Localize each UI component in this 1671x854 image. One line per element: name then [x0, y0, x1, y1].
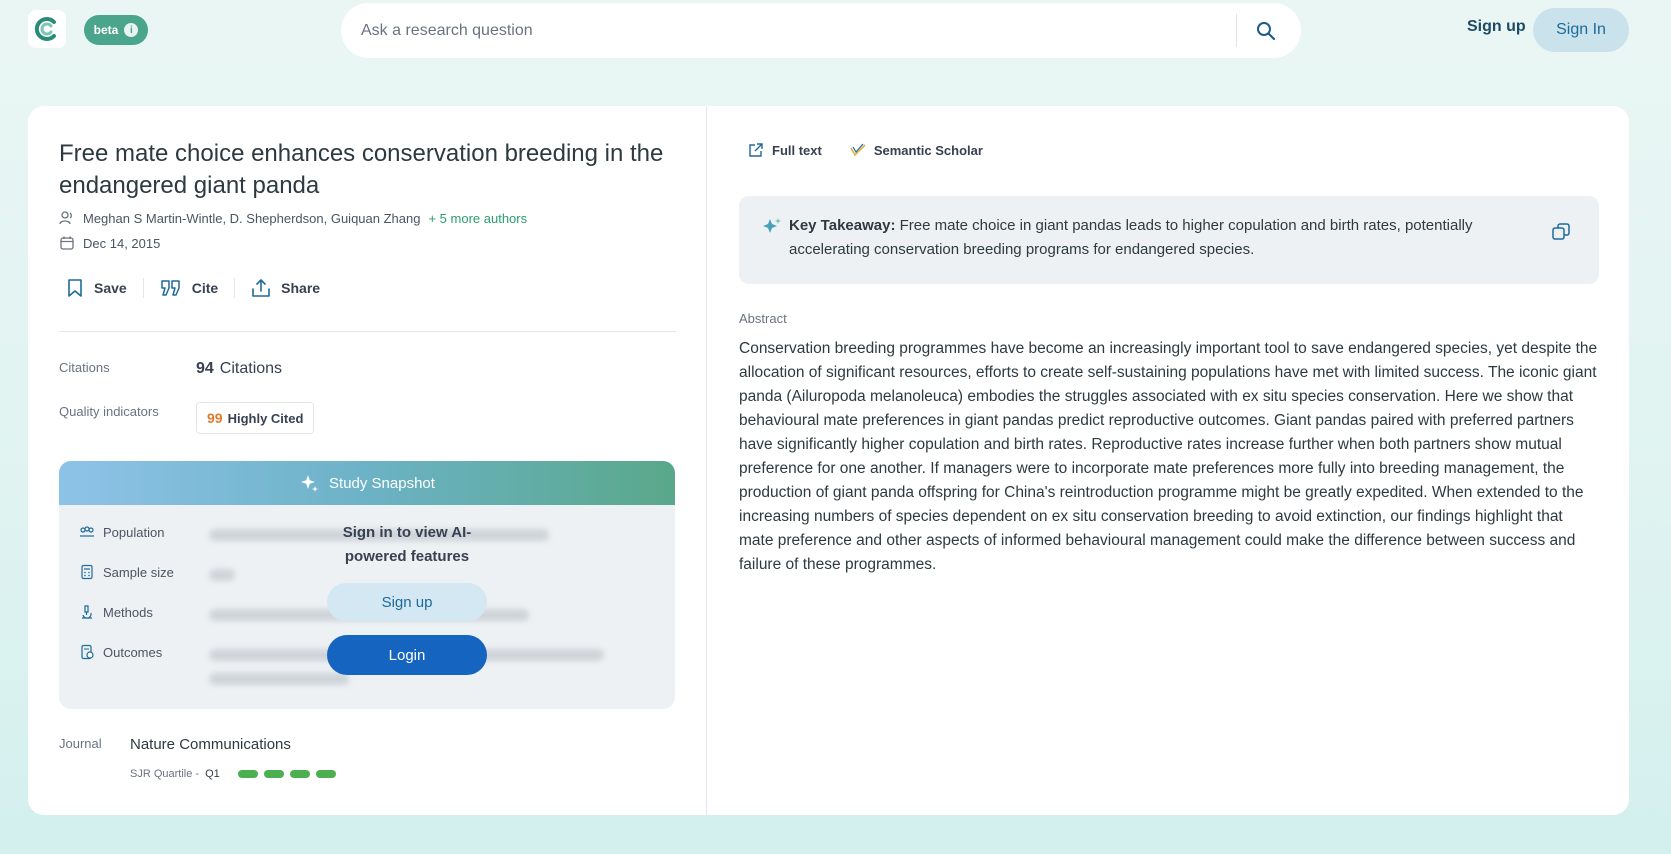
search-button[interactable] [1251, 17, 1281, 45]
sign-in-message: Sign in to view AI-powered features [342, 524, 472, 565]
semantic-scholar-icon [850, 143, 866, 157]
consensus-logo[interactable] [28, 10, 66, 48]
full-text-label: Full text [772, 142, 822, 158]
sparkle-icon [763, 218, 781, 233]
quality-indicators-label: Quality indicators [59, 404, 159, 419]
save-button[interactable]: Save [66, 278, 143, 298]
more-authors-link[interactable]: + 5 more authors [428, 211, 527, 226]
sparkle-icon [301, 475, 319, 492]
sjr-label: SJR Quartile - [130, 768, 200, 780]
external-link-icon [749, 143, 763, 157]
highly-cited-label: Highly Cited [227, 410, 304, 426]
action-bar: Save Cite Share [66, 278, 336, 298]
paper-details-panel: Free mate choice enhances conservation b… [28, 106, 707, 815]
save-label: Save [94, 280, 127, 296]
bookmark-icon [68, 279, 82, 297]
population-row: Population [79, 524, 164, 540]
population-label: Population [103, 524, 165, 540]
full-text-link[interactable]: Full text [748, 142, 822, 158]
sjr-quartile-value: Q1 [205, 768, 220, 780]
methods-label: Methods [103, 604, 153, 620]
sign-in-overlay: Sign in to view AI-powered features Sign… [327, 521, 487, 675]
microscope-icon [82, 605, 92, 619]
share-icon [252, 279, 270, 297]
population-icon [80, 526, 94, 537]
sjr-quartile: SJR Quartile - Q1 [130, 768, 336, 780]
info-icon: i [124, 23, 139, 37]
citations-unit: Citations [219, 360, 283, 377]
cite-button[interactable]: Cite [142, 278, 234, 298]
key-takeaway-box: Key Takeaway: Free mate choice in giant … [739, 196, 1599, 284]
top-header: beta i Sign up Sign In [0, 0, 1671, 60]
outcomes-row: Outcomes [79, 644, 162, 660]
semantic-scholar-label: Semantic Scholar [873, 142, 983, 158]
highly-cited-badge[interactable]: 99 Highly Cited [196, 402, 315, 434]
publication-date: Dec 14, 2015 [83, 235, 161, 251]
quartile-bar-3 [289, 770, 310, 778]
search-icon [1257, 22, 1276, 41]
journal-label: Journal [59, 736, 102, 751]
outcomes-icon [81, 644, 94, 660]
paper-card: Free mate choice enhances conservation b… [28, 106, 1629, 815]
outcomes-label: Outcomes [103, 644, 163, 660]
snapshot-sign-up-button[interactable]: Sign up [327, 583, 487, 621]
methods-row: Methods [79, 604, 153, 620]
search-input[interactable] [361, 17, 1241, 45]
semantic-scholar-link[interactable]: Semantic Scholar [850, 142, 983, 158]
quote-icon [160, 280, 180, 296]
study-snapshot-title: Study Snapshot [329, 474, 435, 492]
logo-icon [34, 17, 56, 41]
beta-badge[interactable]: beta i [84, 15, 148, 45]
source-links: Full text Semantic Scholar [748, 142, 983, 158]
copy-icon[interactable] [1551, 222, 1571, 242]
paper-summary-panel: Full text Semantic Scholar Key Takeaway:… [708, 106, 1629, 815]
study-snapshot-header: Study Snapshot [59, 461, 675, 505]
sample-size-value-blurred [209, 569, 235, 581]
date-row: Dec 14, 2015 [59, 235, 160, 251]
study-snapshot: Study Snapshot Population Sample size Me… [59, 461, 675, 709]
citations-count: 94 [196, 360, 214, 377]
quartile-bar-2 [263, 770, 284, 778]
citations-label: Citations [59, 360, 110, 375]
share-label: Share [281, 280, 321, 296]
sign-up-link[interactable]: Sign up [1467, 18, 1526, 36]
sign-in-button[interactable]: Sign In [1533, 8, 1629, 52]
search-bar [341, 3, 1301, 58]
section-divider [59, 331, 676, 332]
search-divider [1236, 14, 1237, 47]
calendar-icon [60, 236, 74, 250]
authors-icon [59, 211, 72, 225]
quartile-bar-1 [237, 770, 258, 778]
quote-marks-icon: 99 [207, 410, 223, 426]
abstract-text: Conservation breeding programmes have be… [739, 340, 1598, 573]
cite-label: Cite [191, 280, 219, 296]
citations-value: 94 Citations [196, 360, 282, 378]
quartile-bar-4 [315, 770, 336, 778]
key-takeaway-text: Key Takeaway: Free mate choice in giant … [789, 214, 1509, 262]
calculator-icon [81, 564, 93, 580]
sample-size-row: Sample size [79, 564, 174, 580]
key-takeaway-label: Key Takeaway: [789, 217, 896, 234]
paper-title: Free mate choice enhances conservation b… [59, 140, 664, 199]
share-button[interactable]: Share [234, 278, 336, 298]
snapshot-login-button[interactable]: Login [327, 635, 487, 675]
sample-size-label: Sample size [103, 564, 174, 580]
abstract-label: Abstract [739, 311, 787, 326]
beta-label: beta [93, 23, 119, 37]
journal-name[interactable]: Nature Communications [130, 736, 291, 753]
authors-row: Meghan S Martin-Wintle, D. Shepherdson, … [59, 210, 527, 226]
authors-list: Meghan S Martin-Wintle, D. Shepherdson, … [83, 210, 421, 226]
